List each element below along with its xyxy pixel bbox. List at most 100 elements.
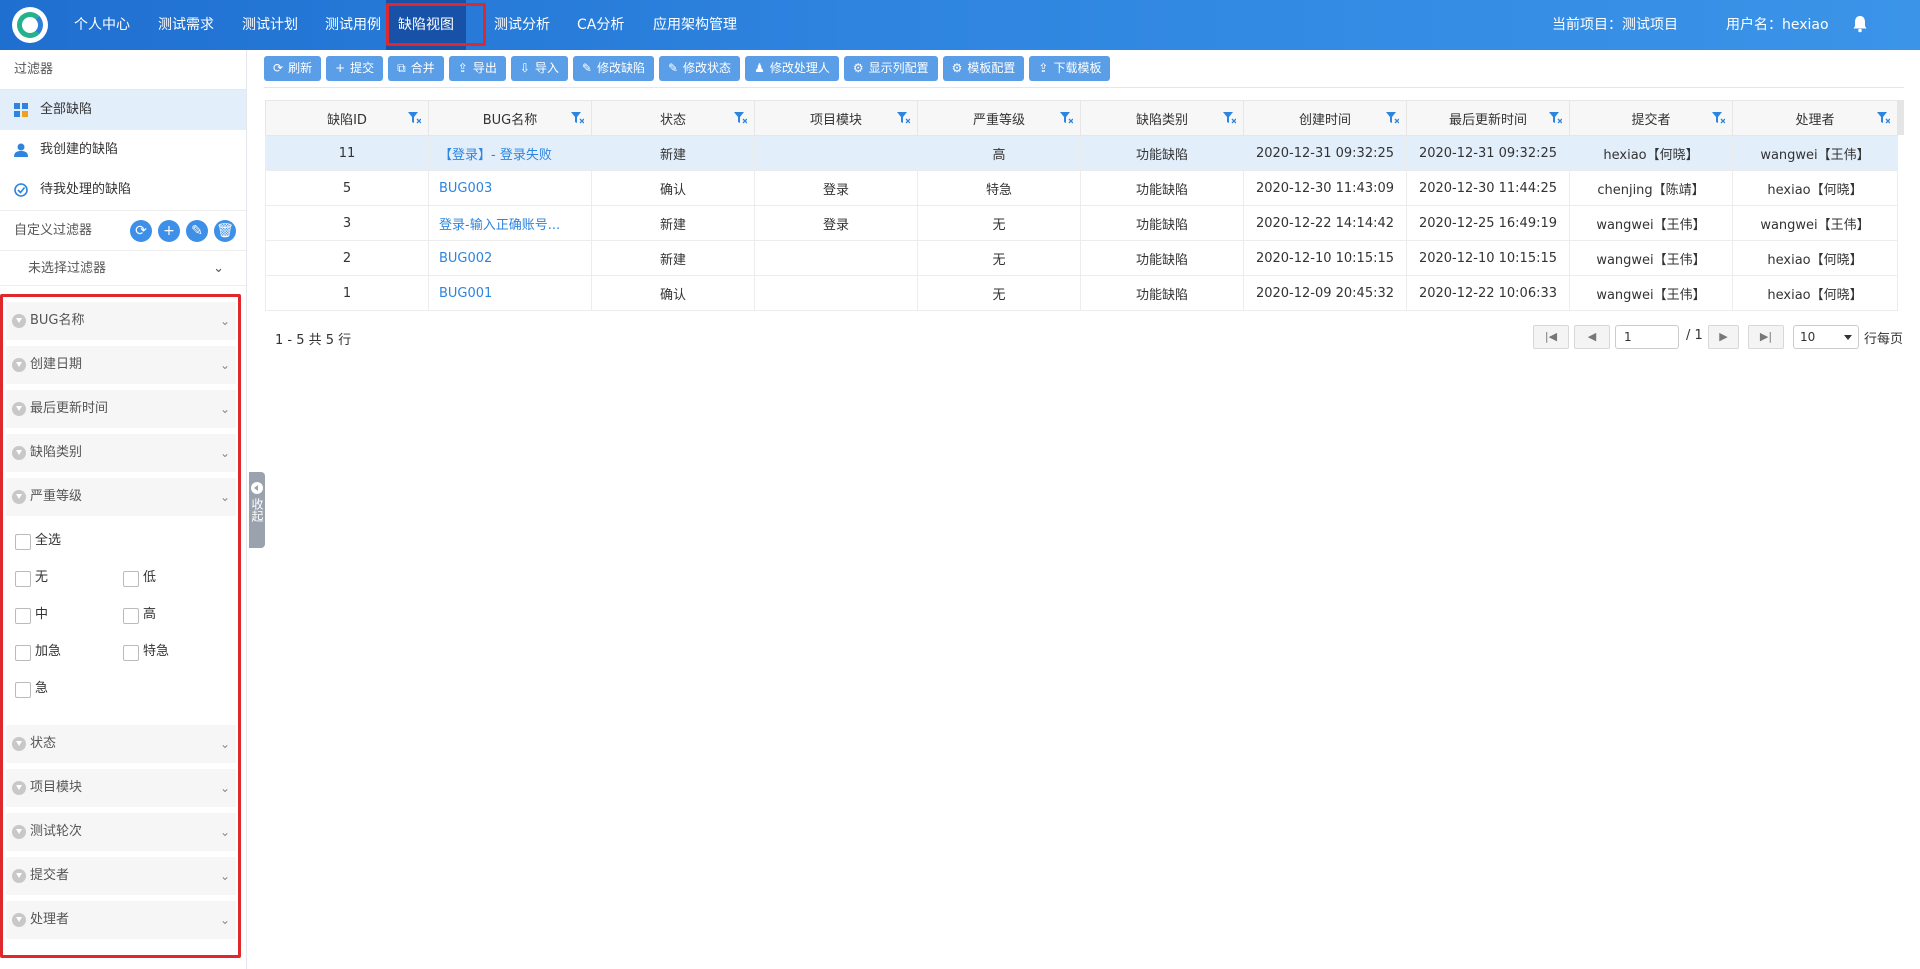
page-size-select[interactable]: 10 [1793, 325, 1859, 349]
column-header[interactable]: 状态 [591, 100, 755, 136]
column-header[interactable]: 缺陷类别 [1080, 100, 1244, 136]
pagination: |◀ ◀ 1 / 1 ▶ ▶| 10 行每页 [253, 325, 1920, 349]
filter-section[interactable]: 提交者 ⌄ [6, 857, 236, 895]
refresh-filter-icon[interactable]: ⟳ [130, 220, 152, 242]
bug-name-link[interactable]: BUG002 [428, 240, 592, 276]
nav-item[interactable]: CA分析 [577, 0, 624, 50]
sidebar-item-my-created[interactable]: 我创建的缺陷 [0, 130, 246, 170]
nav-item[interactable]: 测试需求 [158, 0, 214, 50]
nav-item[interactable]: 测试分析 [494, 0, 550, 50]
filter-section[interactable]: 严重等级 ⌄ [6, 478, 236, 516]
filter-section[interactable]: 创建日期 ⌄ [6, 346, 236, 384]
filter-section[interactable]: 测试轮次 ⌄ [6, 813, 236, 851]
bug-name-link[interactable]: 【登录】- 登录失败 [428, 135, 592, 171]
next-page-button[interactable]: ▶ [1708, 325, 1739, 349]
bell-icon[interactable] [1852, 15, 1868, 33]
prev-page-button[interactable]: ◀ [1574, 325, 1610, 349]
table-row[interactable]: 1 BUG001 确认 无功能缺陷 2020-12-09 20:45:32 2020-12… [265, 275, 1898, 311]
severity-checkbox[interactable]: 高 [123, 607, 156, 625]
nav-item[interactable]: 测试用例 [325, 0, 381, 50]
column-filter-icon[interactable] [1386, 112, 1399, 124]
bug-name-link[interactable]: 登录-输入正确账号... [428, 205, 592, 241]
severity-checkbox[interactable]: 低 [123, 570, 156, 588]
template-config-button[interactable]: ⚙ 模板配置 [942, 56, 1025, 81]
edit-handler-button[interactable]: ♟ 修改处理人 [745, 56, 839, 81]
bug-name-link[interactable]: BUG001 [428, 275, 592, 311]
column-filter-icon[interactable] [1877, 112, 1890, 124]
toolbar-icon: ⚙ [951, 61, 963, 75]
table-row[interactable]: 11 【登录】- 登录失败 新建高功能缺陷 2020-12-31 09:32:25 20… [265, 135, 1898, 171]
delete-filter-icon[interactable]: 🗑 [214, 220, 236, 242]
last-page-button[interactable]: ▶| [1748, 325, 1784, 349]
column-config-button[interactable]: ⚙ 显示列配置 [843, 56, 938, 81]
column-header[interactable]: 提交者 [1569, 100, 1733, 136]
submit-button[interactable]: + 提交 [326, 56, 384, 81]
severity-checkbox[interactable]: 加急 [15, 644, 61, 662]
table-cell: 2020-12-10 10:15:15 [1243, 240, 1407, 276]
table-cell: hexiao【何晓】 [1569, 135, 1733, 171]
edit-defect-button[interactable]: ✎ 修改缺陷 [572, 56, 654, 81]
filter-section[interactable]: 处理者 ⌄ [6, 901, 236, 939]
filter-section[interactable]: 状态 ⌄ [6, 725, 236, 763]
severity-checkbox[interactable]: 特急 [123, 644, 169, 662]
table-row[interactable]: 2 BUG002 新建无功能缺陷 2020-12-10 10:15:15 2020-12… [265, 240, 1898, 276]
current-project: 当前项目：测试项目 [1552, 17, 1678, 33]
toolbar-icon: + [335, 61, 346, 75]
first-page-button[interactable]: |◀ [1533, 325, 1569, 349]
bug-name-link[interactable]: BUG003 [428, 170, 592, 206]
page-input[interactable]: 1 [1615, 325, 1679, 349]
table-row[interactable]: 5 BUG003 确认 登录 特急 功能缺陷 2020-12-30 11:43:09 2020… [265, 170, 1898, 206]
export-button[interactable]: ⇪ 导出 [448, 56, 506, 81]
app-logo[interactable] [12, 7, 48, 43]
column-header[interactable]: 严重等级 [917, 100, 1081, 136]
severity-checkbox[interactable]: 中 [15, 607, 48, 625]
table-row[interactable]: 3 登录-输入正确账号... 新建 登录无功能缺陷 2020-12-22 14:14:4… [265, 205, 1898, 241]
table-cell: wangwei【王伟】 [1569, 275, 1733, 311]
nav-item[interactable]: 缺陷视图 [386, 0, 466, 50]
toolbar-icon: ✎ [581, 61, 592, 75]
merge-button[interactable]: ⧉ 合并 [388, 56, 444, 81]
column-header[interactable]: BUG名称 [428, 100, 592, 136]
column-filter-icon[interactable] [1712, 112, 1725, 124]
sidebar-item-label: 我创建的缺陷 [40, 142, 119, 157]
column-header[interactable]: 创建时间 [1243, 100, 1407, 136]
column-header[interactable]: 项目模块 [754, 100, 918, 136]
column-filter-icon[interactable] [1223, 112, 1236, 124]
nav-item[interactable]: 个人中心 [74, 0, 130, 50]
add-filter-icon[interactable]: + [158, 220, 180, 242]
edit-status-button[interactable]: ✎ 修改状态 [658, 56, 741, 81]
filter-section[interactable]: 最后更新时间 ⌄ [6, 390, 236, 428]
column-filter-icon[interactable] [571, 112, 584, 124]
table-cell: 功能缺陷 [1080, 240, 1244, 276]
severity-checkbox[interactable]: 全选 [15, 533, 61, 551]
column-filter-icon[interactable] [1060, 112, 1073, 124]
sidebar-item-all-defects[interactable]: 全部缺陷 [0, 90, 246, 130]
refresh-button[interactable]: ⟳ 刷新 [264, 56, 322, 81]
column-filter-icon[interactable] [408, 112, 421, 124]
severity-checkbox[interactable]: 无 [15, 570, 48, 588]
table-cell: 新建 [591, 205, 755, 241]
table-cell: 无 [917, 240, 1081, 276]
import-button[interactable]: ⇩ 导入 [510, 56, 568, 81]
column-filter-icon[interactable] [734, 112, 747, 124]
custom-filter-select[interactable]: 未选择过滤器 ⌄ [0, 250, 246, 286]
filter-section[interactable]: BUG名称 ⌄ [6, 302, 236, 340]
column-filter-icon[interactable] [1549, 112, 1562, 124]
column-filter-icon[interactable] [897, 112, 910, 124]
severity-checkbox[interactable]: 急 [15, 681, 48, 699]
filter-section[interactable]: 项目模块 ⌄ [6, 769, 236, 807]
column-header[interactable]: 最后更新时间 [1406, 100, 1570, 136]
table-scrollbar[interactable] [1897, 100, 1904, 135]
download-template-button[interactable]: ⇪ 下载模板 [1029, 56, 1111, 81]
nav-item[interactable]: 测试计划 [242, 0, 298, 50]
filter-section-label: 严重等级 [30, 489, 83, 504]
table-cell: 2020-12-30 11:44:25 [1406, 170, 1570, 206]
table-cell: 11 [265, 135, 429, 171]
filter-section-label: 提交者 [30, 868, 70, 883]
column-header[interactable]: 缺陷ID [265, 100, 429, 136]
nav-item[interactable]: 应用架构管理 [653, 0, 737, 50]
sidebar-item-my-pending[interactable]: 待我处理的缺陷 [0, 170, 246, 210]
column-header[interactable]: 处理者 [1732, 100, 1898, 136]
filter-section[interactable]: 缺陷类别 ⌄ [6, 434, 236, 472]
edit-filter-icon[interactable]: ✎ [186, 220, 208, 242]
